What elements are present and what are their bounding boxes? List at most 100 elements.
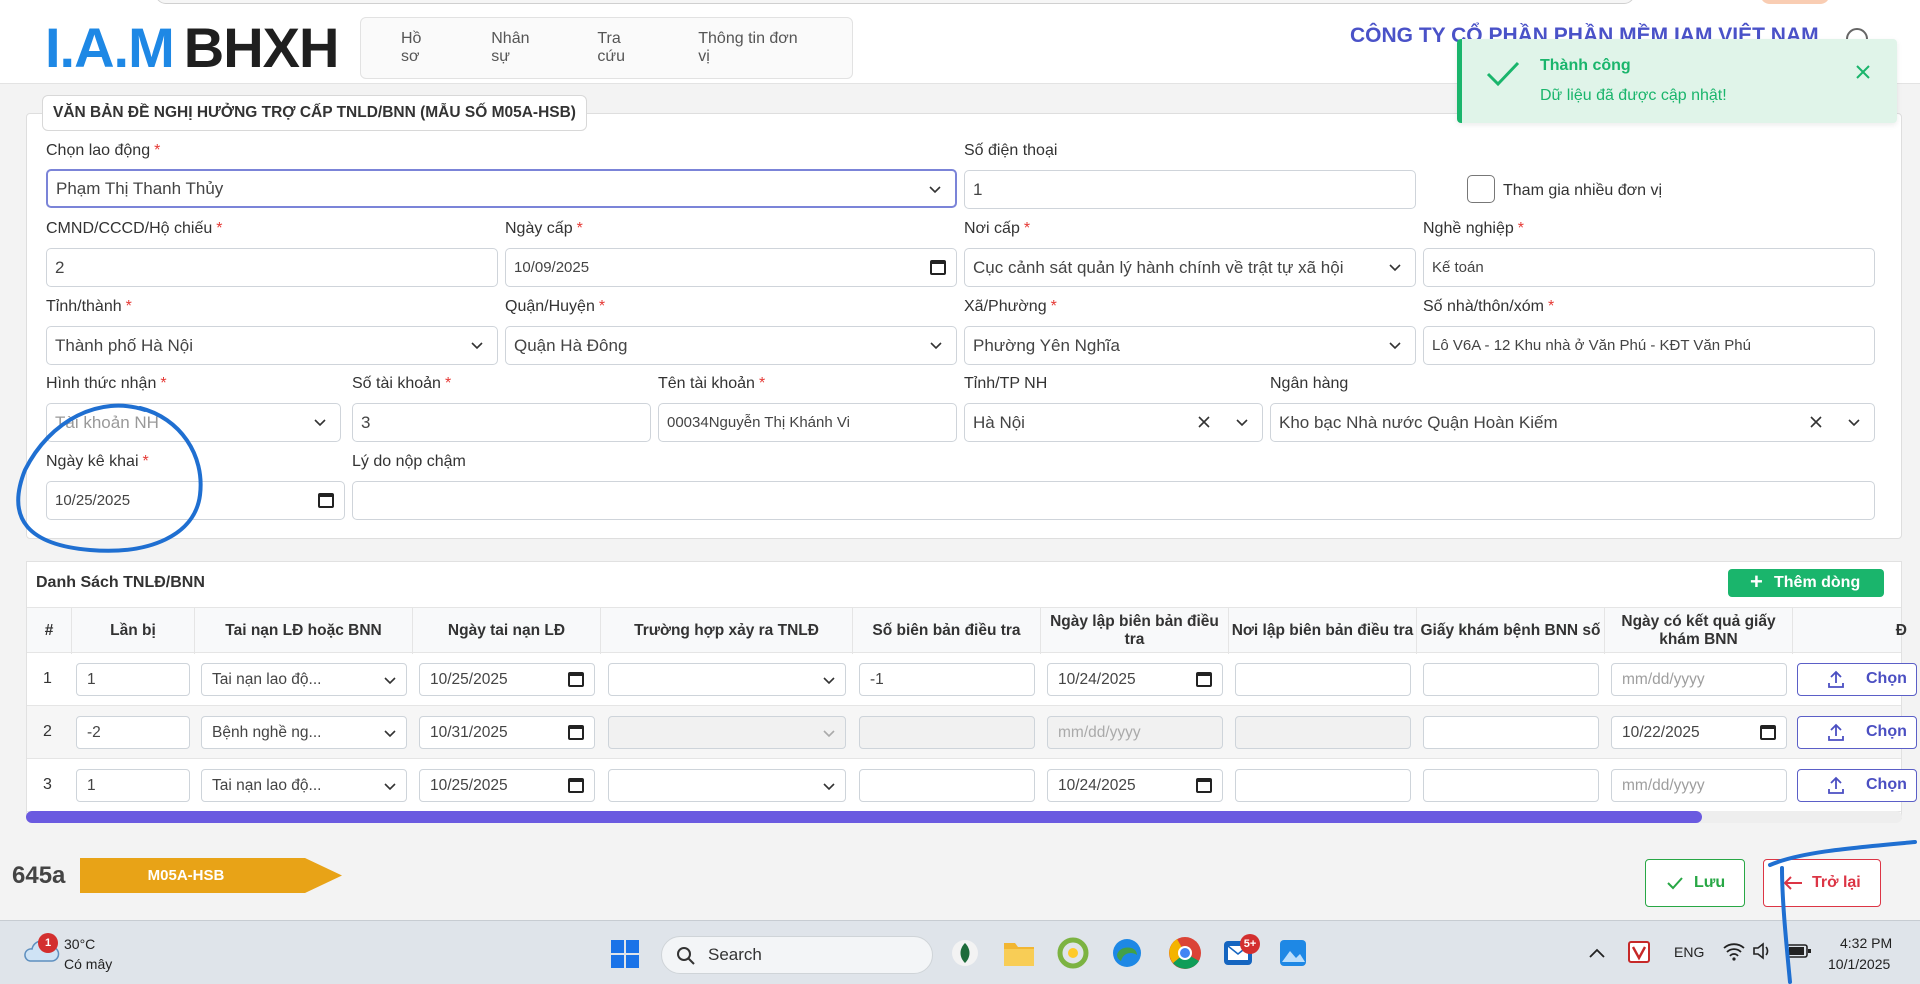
cert-no-input[interactable] [1423, 663, 1599, 696]
receive-method-select[interactable]: Tài khoản NH [46, 403, 341, 442]
account-no-label: Số tài khoản * [352, 375, 452, 392]
search-icon [677, 947, 695, 965]
table-header: # Lần bị Tai nạn LĐ hoặc BNN Ngày tai nạ… [27, 607, 1907, 654]
app-swirl-icon[interactable] [1057, 937, 1089, 969]
result-date-input[interactable]: mm/dd/yyyy [1611, 769, 1787, 802]
case-select[interactable] [608, 663, 846, 696]
cert-no-input[interactable] [1423, 769, 1599, 802]
menu-item-tra-cuu[interactable]: Tra cứu [597, 30, 646, 66]
save-button[interactable]: Lưu [1645, 859, 1745, 907]
edge-browser-icon[interactable] [1111, 937, 1143, 969]
windows-start-icon[interactable] [610, 939, 640, 969]
app-logo[interactable]: I.A.M BHXH [45, 18, 339, 78]
clear-icon[interactable] [1196, 414, 1212, 430]
ward-select[interactable]: Phường Yên Nghĩa [964, 326, 1416, 365]
report-place-input[interactable] [1235, 769, 1411, 802]
success-toast: Thành công Dữ liệu đã được cập nhật! [1457, 39, 1897, 123]
upload-button[interactable]: Chọn [1797, 663, 1917, 696]
row-index: 2 [43, 723, 52, 740]
upload-button[interactable]: Chọn [1797, 716, 1917, 749]
report-place-input[interactable] [1235, 716, 1411, 749]
address-input[interactable]: Lô V6A - 12 Khu nhà ở Văn Phú - KĐT Văn … [1423, 326, 1875, 365]
back-button[interactable]: Trở lại [1763, 859, 1881, 907]
antivirus-icon[interactable] [1628, 941, 1650, 963]
add-row-button[interactable]: + Thêm dòng [1728, 569, 1884, 597]
menu-item-thong-tin-don-vi[interactable]: Thông tin đơn vị [698, 30, 800, 66]
taskbar-search[interactable]: Search [661, 936, 933, 974]
clear-icon[interactable] [1808, 414, 1824, 430]
report-place-input[interactable] [1235, 663, 1411, 696]
report-date-input[interactable]: 10/24/2025 [1047, 663, 1223, 696]
menu-item-ho-so[interactable]: Hồ sơ [401, 30, 439, 66]
scrollbar-thumb[interactable] [26, 811, 1702, 823]
chrome-browser-icon[interactable] [1167, 935, 1203, 971]
chevron-up-icon[interactable] [1589, 947, 1605, 959]
wifi-icon[interactable] [1723, 941, 1745, 961]
accident-date-input[interactable]: 10/31/2025 [419, 716, 595, 749]
receive-method-label: Hình thức nhận * [46, 375, 167, 392]
district-select[interactable]: Quận Hà Đông [505, 326, 957, 365]
phone-label: Số điện thoại [964, 142, 1058, 159]
menu-item-nhan-su[interactable]: Nhân sự [491, 30, 545, 66]
speaker-icon[interactable] [1752, 941, 1772, 961]
col-header-report-no: Số biên bản điều tra [853, 608, 1041, 654]
id-input[interactable]: 2 [46, 248, 498, 287]
photos-icon[interactable] [1278, 937, 1308, 969]
times-input[interactable]: 1 [76, 663, 190, 696]
clock-time[interactable]: 4:32 PM [1840, 935, 1892, 951]
result-date-input[interactable]: 10/22/2025 [1611, 716, 1787, 749]
clock-date[interactable]: 10/1/2025 [1828, 956, 1890, 972]
form-code-label: 645a [12, 862, 66, 889]
calendar-icon[interactable] [318, 493, 334, 508]
account-name-input[interactable]: 00034Nguyễn Thị Khánh Vi [658, 403, 957, 442]
calendar-icon[interactable] [1196, 778, 1212, 793]
folder-icon[interactable] [1003, 939, 1035, 967]
calendar-icon[interactable] [568, 778, 584, 793]
calendar-icon[interactable] [568, 672, 584, 687]
table-row: 3 1 Tai nạn lao độ... 10/25/2025 10/24/2… [27, 759, 1917, 812]
phone-input[interactable]: 1 [964, 170, 1416, 209]
table-title: Danh Sách TNLĐ/BNN [36, 574, 205, 591]
times-input[interactable]: -2 [76, 716, 190, 749]
battery-icon[interactable] [1786, 943, 1812, 959]
weather-temp: 30°C [64, 936, 96, 952]
accident-date-input[interactable]: 10/25/2025 [419, 663, 595, 696]
report-date-input[interactable]: mm/dd/yyyy [1047, 716, 1223, 749]
times-input[interactable]: 1 [76, 769, 190, 802]
close-icon[interactable] [1854, 63, 1872, 81]
report-date-input[interactable]: 10/24/2025 [1047, 769, 1223, 802]
calendar-icon[interactable] [1196, 672, 1212, 687]
os-taskbar: 1 30°C Có mây Search 5+ ENG 4:32 PM 10/1… [0, 920, 1920, 984]
account-no-input[interactable]: 3 [352, 403, 651, 442]
late-reason-input[interactable] [352, 481, 1875, 520]
calendar-icon[interactable] [930, 260, 946, 275]
upload-button[interactable]: Chọn [1797, 769, 1917, 802]
job-input[interactable]: Kế toán [1423, 248, 1875, 287]
type-select[interactable]: Tai nạn lao độ... [201, 769, 407, 802]
issue-place-select[interactable]: Cục cảnh sát quản lý hành chính về trật … [964, 248, 1416, 287]
cert-no-input[interactable] [1423, 716, 1599, 749]
mail-badge: 5+ [1240, 934, 1260, 954]
employee-select[interactable]: Phạm Thị Thanh Thủy [46, 169, 957, 208]
issue-date-input[interactable]: 10/09/2025 [505, 248, 957, 287]
table-horizontal-scrollbar[interactable] [26, 811, 1902, 823]
col-header-report-place: Nơi lập biên bản điều tra [1229, 608, 1417, 654]
case-select[interactable] [608, 716, 846, 749]
accident-date-input[interactable]: 10/25/2025 [419, 769, 595, 802]
calendar-icon[interactable] [1760, 725, 1776, 740]
report-no-input[interactable]: -1 [859, 663, 1035, 696]
app-leaf-icon[interactable] [950, 937, 980, 969]
bank-select[interactable]: Kho bạc Nhà nước Quận Hoàn Kiếm [1270, 403, 1875, 442]
province-select[interactable]: Thành phố Hà Nội [46, 326, 498, 365]
case-select[interactable] [608, 769, 846, 802]
language-indicator[interactable]: ENG [1674, 944, 1704, 960]
result-date-input[interactable]: mm/dd/yyyy [1611, 663, 1787, 696]
declare-date-input[interactable]: 10/25/2025 [46, 481, 345, 520]
type-select[interactable]: Bệnh nghề ng... [201, 716, 407, 749]
report-no-input[interactable] [859, 716, 1035, 749]
calendar-icon[interactable] [568, 725, 584, 740]
bank-province-select[interactable]: Hà Nội [964, 403, 1263, 442]
report-no-input[interactable] [859, 769, 1035, 802]
type-select[interactable]: Tai nạn lao độ... [201, 663, 407, 696]
multi-unit-checkbox[interactable] [1467, 175, 1495, 203]
